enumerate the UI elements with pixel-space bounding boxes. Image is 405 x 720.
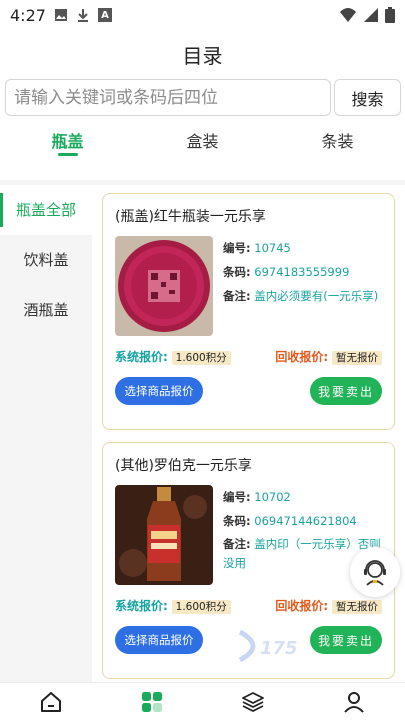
- nav-profile[interactable]: [304, 690, 405, 714]
- card-actions: 选择商品报价 我要卖出: [115, 377, 382, 405]
- system-price-label: 系统报价:: [115, 599, 168, 613]
- code-label: 编号:: [223, 490, 251, 504]
- recycle-price-label: 回收报价:: [275, 599, 329, 613]
- recycle-price: 回收报价: 暂无报价: [275, 348, 382, 365]
- category-sidebar: 瓶盖全部 饮料盖 酒瓶盖: [0, 185, 92, 682]
- product-image: [115, 485, 213, 585]
- price-row: 系统报价: 1.600积分 回收报价: 暂无报价: [115, 348, 382, 365]
- tab-bar: 瓶盖 盒装 条装: [0, 125, 405, 165]
- product-title: (瓶盖)红牛瓶装一元乐享: [115, 209, 266, 225]
- catalog-icon: [141, 691, 162, 712]
- status-notification-icons: A: [54, 8, 112, 22]
- watermark-text: 175: [260, 638, 298, 659]
- home-icon: [40, 691, 61, 712]
- code-row: 编号: 10745: [223, 236, 382, 260]
- note-label: 备注:: [223, 289, 251, 303]
- status-bar: 4:27 A: [0, 0, 405, 30]
- product-list: (瓶盖)红牛瓶装一元乐享 编号: 10745 条码: 6974183555999…: [92, 185, 405, 682]
- sidebar-item-all-caps[interactable]: 瓶盖全部: [0, 185, 92, 235]
- system-price-label: 系统报价:: [115, 350, 168, 364]
- sell-button[interactable]: 我要卖出: [310, 377, 382, 405]
- app-letter-text: A: [101, 9, 109, 21]
- sidebar-item-label: 酒瓶盖: [23, 301, 69, 319]
- barcode-row: 条码: 6974183555999: [223, 260, 382, 284]
- select-quote-button[interactable]: 选择商品报价: [115, 626, 203, 654]
- sidebar-item-drink-caps[interactable]: 饮料盖: [0, 235, 92, 285]
- sidebar-active-bar: [0, 193, 3, 227]
- tab-label: 盒装: [186, 132, 219, 151]
- watermark-logo: 175: [236, 626, 366, 666]
- header: 目录 搜索 瓶盖 盒装 条装: [0, 30, 405, 180]
- bottom-nav: [0, 682, 405, 720]
- note-value: 盖内必须要有(一元乐享): [254, 289, 379, 303]
- barcode-label: 条码:: [223, 514, 251, 528]
- signal-icon: [364, 8, 378, 22]
- tab-strips[interactable]: 条装: [270, 125, 405, 165]
- product-body: 编号: 10745 条码: 6974183555999 备注: 盖内必须要有(一…: [115, 236, 382, 336]
- page-title: 目录: [182, 44, 223, 68]
- status-right: [339, 7, 395, 23]
- code-value: 10745: [254, 241, 291, 255]
- system-price: 系统报价: 1.600积分: [115, 348, 231, 365]
- product-card[interactable]: (瓶盖)红牛瓶装一元乐享 编号: 10745 条码: 6974183555999…: [102, 193, 395, 430]
- price-row: 系统报价: 1.600积分 回收报价: 暂无报价: [115, 597, 382, 614]
- app-letter-icon: A: [97, 8, 112, 22]
- tab-label: 瓶盖: [51, 132, 84, 151]
- tab-boxed[interactable]: 盒装: [135, 125, 270, 165]
- barcode-value: 06947144621804: [254, 514, 357, 528]
- nav-catalog[interactable]: [101, 690, 202, 714]
- system-price: 系统报价: 1.600积分: [115, 597, 231, 614]
- barcode-label: 条码:: [223, 265, 251, 279]
- code-label: 编号:: [223, 241, 251, 255]
- select-quote-button[interactable]: 选择商品报价: [115, 377, 203, 405]
- nav-home[interactable]: [0, 690, 101, 714]
- headset-icon: [364, 560, 386, 586]
- image-icon: [54, 9, 67, 21]
- sidebar-item-label: 饮料盖: [23, 251, 69, 269]
- recycle-price: 回收报价: 暂无报价: [275, 597, 382, 614]
- code-value: 10702: [254, 490, 291, 504]
- sidebar-item-wine-caps[interactable]: 酒瓶盖: [0, 285, 92, 335]
- nav-layers[interactable]: [203, 690, 304, 714]
- note-row: 备注: 盖内必须要有(一元乐享): [223, 284, 382, 308]
- tab-label: 条装: [321, 132, 354, 151]
- note-label: 备注:: [223, 537, 251, 551]
- tab-active-indicator: [57, 153, 78, 156]
- barcode-row: 条码: 06947144621804: [223, 509, 382, 533]
- barcode-value: 6974183555999: [254, 265, 350, 279]
- status-time: 4:27: [10, 5, 46, 25]
- customer-service-button[interactable]: [350, 547, 400, 597]
- system-price-value: 1.600积分: [171, 351, 231, 365]
- tab-bottle-caps[interactable]: 瓶盖: [0, 125, 135, 165]
- battery-icon: [385, 7, 395, 23]
- download-icon: [77, 9, 88, 22]
- recycle-price-label: 回收报价:: [275, 350, 329, 364]
- product-title: (其他)罗伯克一元乐享: [115, 458, 252, 474]
- sidebar-item-label: 瓶盖全部: [15, 201, 76, 219]
- code-row: 编号: 10702: [223, 485, 382, 509]
- wifi-icon: [340, 8, 356, 22]
- search-button[interactable]: 搜索: [334, 79, 401, 116]
- layers-icon: [242, 691, 265, 712]
- recycle-price-value: 暂无报价: [332, 351, 382, 365]
- system-price-value: 1.600积分: [171, 600, 231, 614]
- status-left: 4:27 A: [10, 6, 112, 25]
- product-body: 编号: 10702 条码: 06947144621804 备注: 盖内印（一元乐…: [115, 485, 382, 585]
- recycle-price-value: 暂无报价: [332, 600, 382, 614]
- product-image: [115, 236, 213, 336]
- search-input[interactable]: [5, 79, 331, 116]
- user-icon: [344, 691, 365, 713]
- product-info: 编号: 10745 条码: 6974183555999 备注: 盖内必须要有(一…: [223, 236, 382, 336]
